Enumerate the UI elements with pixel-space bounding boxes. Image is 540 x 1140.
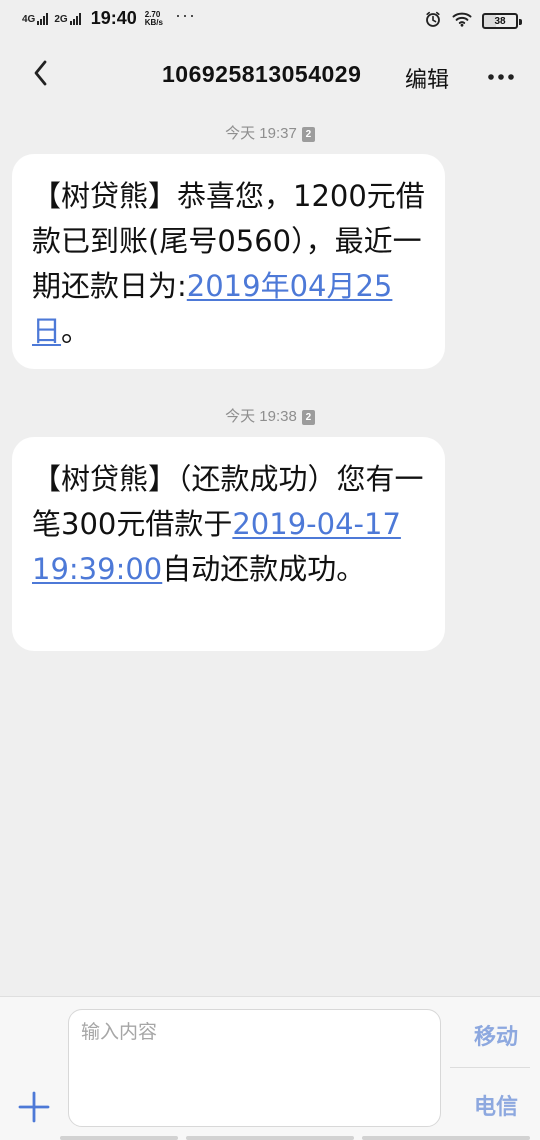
message-input[interactable] [68, 1009, 441, 1127]
signal-icon [37, 12, 49, 25]
more-button[interactable] [484, 58, 518, 92]
status-left: 4G 2G 19:40 2.70 KB/s ··· [22, 5, 196, 29]
status-time: 19:40 [90, 8, 137, 28]
network-label-1: 4G [22, 13, 36, 25]
network-speed-unit: KB/s [144, 17, 163, 27]
message-timestamp: 今天 19:37 2 [0, 122, 540, 143]
message-timestamp: 今天 19:38 2 [0, 405, 540, 426]
back-button[interactable] [24, 58, 58, 92]
conversation-header: 106925813054029 编辑 [0, 42, 540, 108]
network-indicator-2: 2G [54, 12, 81, 25]
sim-badge: 2 [301, 409, 315, 425]
battery-icon: 38 [482, 13, 522, 29]
status-more-indicator: ··· [174, 5, 196, 25]
network-indicator-1: 4G [22, 12, 49, 25]
message-text: 【树贷熊】（还款成功）您有一笔300元借款于2019-04-17 19:39:0… [32, 457, 425, 592]
sim-divider [450, 1067, 530, 1068]
signal-icon [69, 12, 81, 25]
send-sim-2-button[interactable]: 电信 [474, 1089, 518, 1121]
message-composer: 移动 电信 [0, 996, 540, 1140]
network-label-2: 2G [54, 13, 68, 25]
keyboard-edge [60, 1136, 530, 1140]
network-speed: 2.70 KB/s [144, 10, 163, 27]
add-attachment-button[interactable] [14, 1087, 54, 1127]
send-sim-1-button[interactable]: 移动 [474, 1019, 518, 1051]
wifi-icon [452, 11, 472, 31]
edit-button[interactable]: 编辑 [405, 62, 449, 94]
alarm-icon [424, 10, 442, 32]
status-bar: 4G 2G 19:40 2.70 KB/s ··· 38 [0, 0, 540, 42]
status-right: 38 [424, 10, 522, 32]
chevron-left-icon [31, 58, 51, 92]
message-text-part: 。 [61, 314, 91, 348]
timestamp-text: 今天 19:37 [225, 125, 297, 142]
battery-level: 38 [494, 15, 506, 27]
sim-badge: 2 [301, 126, 315, 142]
sender-number: 106925813054029 [162, 61, 362, 87]
message-bubble[interactable]: 【树贷熊】恭喜您，1200元借款已到账(尾号0560），最近一期还款日为:201… [12, 154, 445, 369]
timestamp-text: 今天 19:38 [225, 408, 297, 425]
more-horizontal-icon [487, 66, 515, 85]
message-text-part: 自动还款成功。 [162, 552, 366, 586]
message-thread[interactable]: 今天 19:37 2 【树贷熊】恭喜您，1200元借款已到账(尾号0560），最近… [0, 108, 540, 996]
message-text: 【树贷熊】恭喜您，1200元借款已到账(尾号0560），最近一期还款日为:201… [32, 174, 425, 354]
message-bubble[interactable]: 【树贷熊】（还款成功）您有一笔300元借款于2019-04-17 19:39:0… [12, 437, 445, 651]
plus-icon [14, 1091, 54, 1131]
